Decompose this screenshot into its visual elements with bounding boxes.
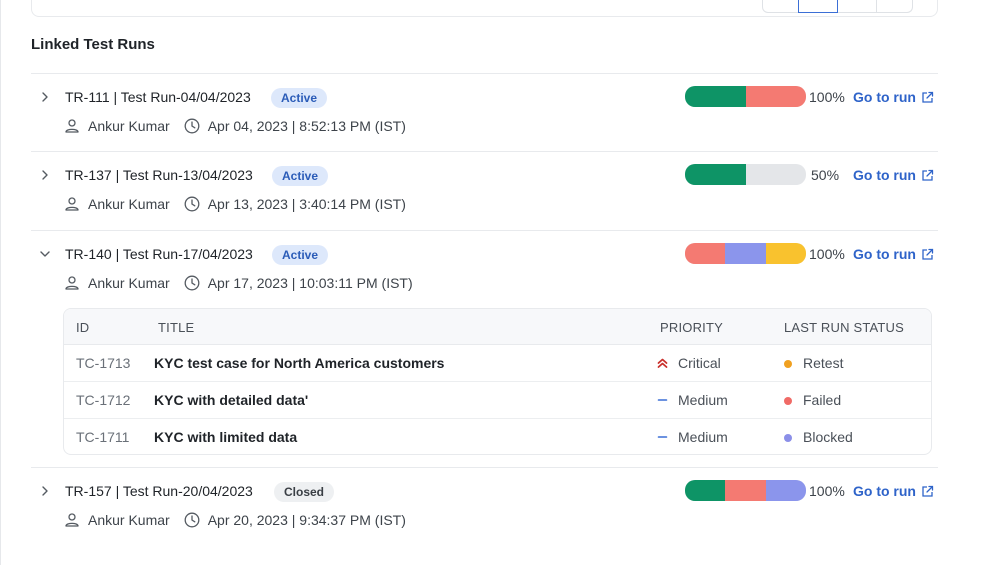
- external-link-icon: [921, 169, 934, 182]
- status-dot: [784, 397, 792, 405]
- status-dot: [784, 360, 792, 368]
- test-run-row[interactable]: TR-111 | Test Run-04/04/2023 Active Anku…: [31, 73, 938, 152]
- status-label: Retest: [803, 355, 844, 371]
- user-icon: [64, 512, 80, 528]
- table-row[interactable]: TC-1713 KYC test case for North America …: [64, 345, 931, 382]
- run-title[interactable]: TR-111 | Test Run-04/04/2023: [65, 89, 251, 105]
- progress-percent: 100%: [809, 89, 845, 105]
- run-meta: Ankur Kumar Apr 04, 2023 | 8:52:13 PM (I…: [64, 117, 406, 135]
- external-link-icon: [921, 485, 934, 498]
- progress-bar: [685, 243, 806, 264]
- status-badge: Active: [272, 166, 329, 186]
- progress-segment: [685, 243, 726, 264]
- go-to-run-label: Go to run: [853, 167, 916, 183]
- column-header-title[interactable]: TITLE: [158, 320, 194, 335]
- dash-icon: [657, 392, 668, 408]
- clock-icon: [184, 196, 200, 212]
- run-meta: Ankur Kumar Apr 13, 2023 | 3:40:14 PM (I…: [64, 195, 406, 213]
- table-row[interactable]: TC-1712 KYC with detailed data' Medium F…: [64, 382, 931, 419]
- progress-segment: [685, 480, 726, 501]
- run-date: Apr 17, 2023 | 10:03:11 PM (IST): [207, 275, 413, 291]
- pagination-button[interactable]: [837, 0, 877, 13]
- user-icon: [64, 196, 80, 212]
- top-card: [31, 0, 938, 17]
- test-run-row[interactable]: TR-157 | Test Run-20/04/2023 Closed Anku…: [31, 467, 938, 546]
- go-to-run-label: Go to run: [853, 89, 916, 105]
- clock-icon: [184, 118, 200, 134]
- test-run-row[interactable]: TR-137 | Test Run-13/04/2023 Active Anku…: [31, 151, 938, 230]
- status-label: Failed: [803, 392, 842, 408]
- test-case-id: TC-1711: [76, 429, 130, 445]
- assignee-name: Ankur Kumar: [88, 196, 170, 212]
- progress-segment: [725, 480, 766, 501]
- test-case-id: TC-1712: [76, 392, 131, 408]
- status-dot: [784, 434, 792, 442]
- progress-percent: 100%: [809, 246, 845, 262]
- chevron-right-icon[interactable]: [40, 170, 50, 180]
- double-chevron-up-icon: [657, 355, 668, 371]
- chevron-down-icon[interactable]: [40, 249, 50, 259]
- clock-icon: [184, 275, 200, 291]
- assignee-name: Ankur Kumar: [88, 275, 170, 291]
- table-header: ID TITLE PRIORITY LAST RUN STATUS: [64, 309, 931, 345]
- progress-percent: 50%: [811, 167, 840, 183]
- go-to-run-label: Go to run: [853, 246, 916, 262]
- progress-bar: [685, 164, 806, 185]
- status-badge: Active: [272, 245, 329, 265]
- assignee-name: Ankur Kumar: [88, 118, 170, 134]
- progress-segment: [725, 243, 766, 264]
- run-date: Apr 20, 2023 | 9:34:37 PM (IST): [207, 512, 406, 528]
- table-row[interactable]: TC-1711 KYC with limited data Medium Blo…: [64, 419, 931, 454]
- clock-icon: [184, 512, 200, 528]
- run-title[interactable]: TR-140 | Test Run-17/04/2023: [65, 246, 253, 262]
- column-header-priority[interactable]: PRIORITY: [660, 320, 723, 335]
- column-header-status[interactable]: LAST RUN STATUS: [784, 320, 904, 335]
- run-meta: Ankur Kumar Apr 17, 2023 | 10:03:11 PM (…: [64, 274, 413, 292]
- page-left-border: [0, 0, 1, 565]
- dash-icon: [657, 429, 668, 445]
- test-case-id: TC-1713: [76, 355, 131, 371]
- priority-label: Medium: [678, 392, 728, 408]
- test-cases-table: ID TITLE PRIORITY LAST RUN STATUS TC-171…: [63, 308, 932, 455]
- run-meta: Ankur Kumar Apr 20, 2023 | 9:34:37 PM (I…: [64, 511, 406, 529]
- assignee-name: Ankur Kumar: [88, 512, 170, 528]
- user-icon: [64, 275, 80, 291]
- status-label: Blocked: [803, 429, 853, 445]
- pagination: [762, 0, 913, 13]
- go-to-run-link[interactable]: Go to run: [853, 167, 934, 183]
- status-badge: Active: [271, 88, 328, 108]
- pagination-button[interactable]: [876, 0, 913, 13]
- progress-segment: [685, 86, 746, 107]
- pagination-button-current[interactable]: [798, 0, 838, 13]
- run-date: Apr 04, 2023 | 8:52:13 PM (IST): [207, 118, 406, 134]
- progress-segment: [765, 243, 806, 264]
- column-header-id[interactable]: ID: [76, 320, 89, 335]
- external-link-icon: [921, 91, 934, 104]
- test-case-title[interactable]: KYC with detailed data': [154, 392, 308, 408]
- test-case-title[interactable]: KYC with limited data: [154, 429, 297, 445]
- external-link-icon: [921, 248, 934, 261]
- go-to-run-link[interactable]: Go to run: [853, 89, 934, 105]
- chevron-right-icon[interactable]: [40, 92, 50, 102]
- priority-label: Medium: [678, 429, 728, 445]
- chevron-right-icon[interactable]: [40, 486, 50, 496]
- run-title[interactable]: TR-137 | Test Run-13/04/2023: [65, 167, 253, 183]
- go-to-run-link[interactable]: Go to run: [853, 483, 934, 499]
- progress-bar: [685, 86, 806, 107]
- section-title: Linked Test Runs: [31, 36, 155, 53]
- test-case-title[interactable]: KYC test case for North America customer…: [154, 355, 444, 371]
- run-title[interactable]: TR-157 | Test Run-20/04/2023: [65, 483, 253, 499]
- progress-bar: [685, 480, 806, 501]
- progress-segment: [745, 86, 806, 107]
- progress-segment: [685, 164, 746, 185]
- priority-label: Critical: [678, 355, 721, 371]
- run-date: Apr 13, 2023 | 3:40:14 PM (IST): [207, 196, 406, 212]
- go-to-run-label: Go to run: [853, 483, 916, 499]
- go-to-run-link[interactable]: Go to run: [853, 246, 934, 262]
- user-icon: [64, 118, 80, 134]
- progress-percent: 100%: [809, 483, 845, 499]
- status-badge: Closed: [274, 482, 335, 502]
- pagination-button[interactable]: [762, 0, 799, 13]
- progress-segment: [765, 480, 806, 501]
